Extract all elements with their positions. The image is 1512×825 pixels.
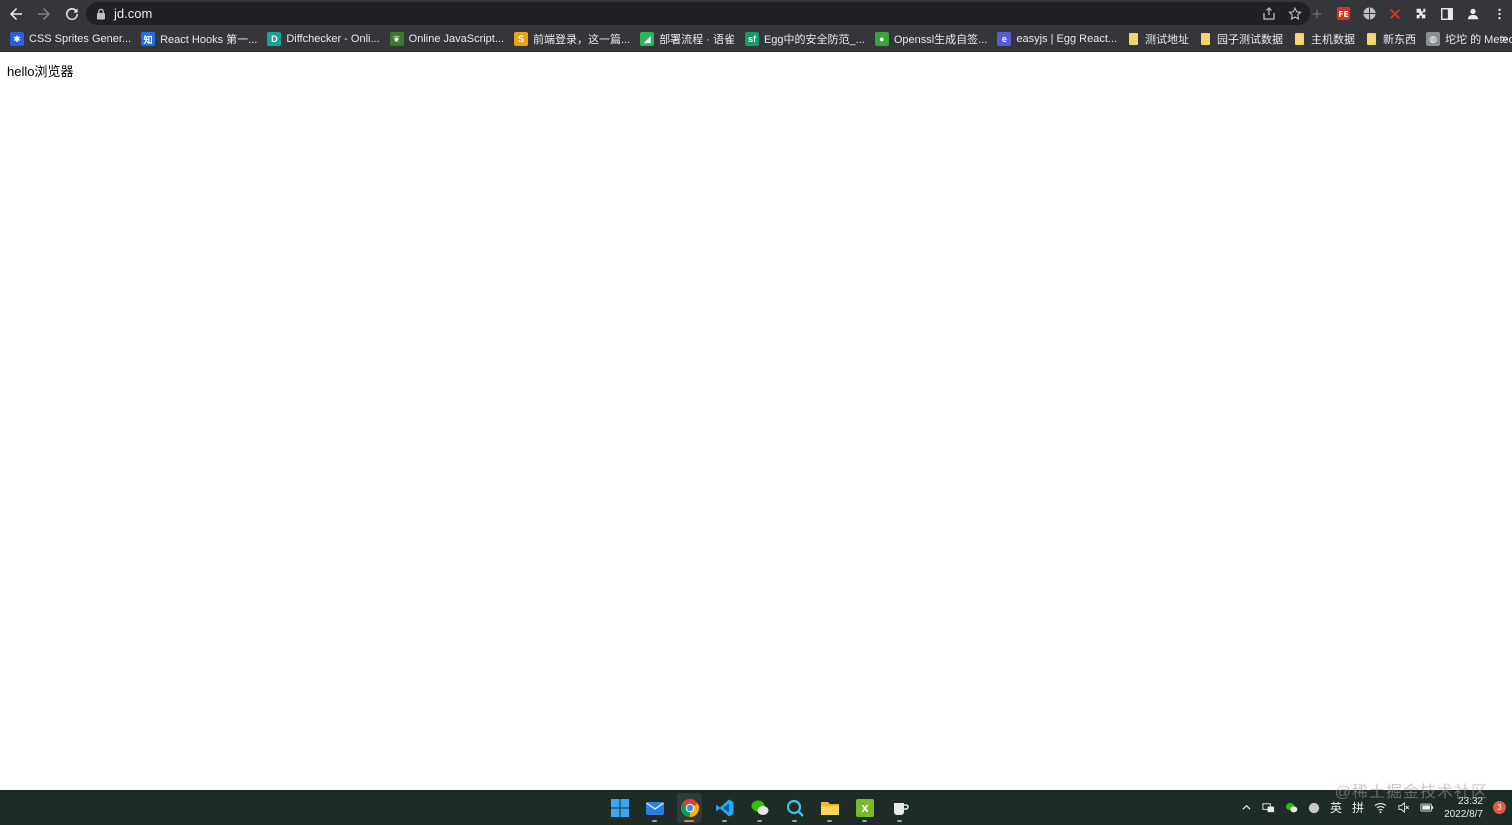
folder-icon <box>820 801 839 815</box>
bookmark-item[interactable]: ✱ CSS Sprites Gener... <box>6 28 137 50</box>
battery-icon[interactable] <box>1420 802 1434 813</box>
mail-icon <box>645 801 664 815</box>
bookmark-label: 园子测试数据 <box>1217 34 1284 46</box>
bookmark-favicon-icon: S <box>514 32 529 46</box>
bookmark-item[interactable]: S 前端登录，这一篇... <box>510 28 636 50</box>
bookmark-item[interactable]: 测试地址 <box>1123 28 1195 50</box>
bookmark-label: React Hooks 第一... <box>160 34 258 46</box>
taskbar-dict[interactable]: X <box>852 793 877 823</box>
notification-badge[interactable]: 3 <box>1493 801 1506 814</box>
bookmark-label: 新东西 <box>1383 34 1417 46</box>
clock-date: 2022/8/7 <box>1444 808 1483 820</box>
taskbar-file-explorer[interactable] <box>817 793 842 823</box>
bookmark-favicon-icon: ◢ <box>640 32 655 46</box>
share-icon[interactable] <box>1262 6 1276 21</box>
bookmark-label: Openssl生成自签... <box>893 34 988 46</box>
bookmark-item[interactable]: ● Openssl生成自签... <box>871 28 994 50</box>
bookmark-item[interactable]: ◍坨坨 的 MeteoNook <box>1422 28 1512 50</box>
wifi-icon[interactable] <box>1374 801 1387 814</box>
bookmarks-bar: ✱ CSS Sprites Gener... 知 React Hooks 第一... D… <box>0 27 1512 52</box>
extension-disabled-icon[interactable] <box>1308 5 1326 23</box>
forward-button[interactable] <box>32 2 56 26</box>
svg-text:FE: FE <box>1338 10 1348 19</box>
circle-tray-icon[interactable] <box>1308 802 1320 814</box>
vscode-icon <box>715 799 733 816</box>
bookmark-label: Online JavaScript... <box>408 33 505 45</box>
bookmark-folder-icon <box>1367 33 1377 45</box>
lock-icon <box>96 8 106 20</box>
bookmark-favicon-icon: e <box>997 32 1012 46</box>
back-button[interactable] <box>4 2 28 26</box>
extensions-area: FE <box>1308 0 1512 27</box>
bookmark-favicon-icon: ◍ <box>1426 32 1441 46</box>
taskbar-mail[interactable] <box>642 793 667 823</box>
star-icon[interactable] <box>1288 6 1302 21</box>
wechat-icon <box>751 800 768 815</box>
bookmark-item[interactable]: 知 React Hooks 第一... <box>137 28 263 50</box>
bookmark-item[interactable]: ◢ 部署流程 · 语雀 <box>636 28 741 50</box>
wechat-tray-icon[interactable] <box>1285 801 1298 814</box>
chrome-icon <box>680 798 699 817</box>
watermark: @稀土掘金技术社区 <box>1334 784 1488 801</box>
bookmark-label: Diffchecker - Onli... <box>286 33 380 45</box>
bookmark-favicon-icon: ✱ <box>10 32 24 46</box>
page-text: hello浏览器 <box>7 64 74 79</box>
bookmark-label: 测试地址 <box>1145 34 1190 46</box>
start-button[interactable] <box>607 793 632 823</box>
bookmark-item[interactable]: D Diffchecker - Onli... <box>263 28 385 50</box>
network-tray-icon[interactable] <box>1262 801 1275 814</box>
menu-dots-icon[interactable] <box>1490 5 1508 23</box>
arrow-left-icon <box>10 7 22 20</box>
bookmark-label: easyjs | Egg React... <box>1016 33 1118 45</box>
bookmark-item[interactable]: e easyjs | Egg React... <box>993 28 1123 50</box>
bookmark-label: CSS Sprites Gener... <box>29 33 132 45</box>
side-panel-icon[interactable] <box>1438 5 1456 23</box>
bookmark-folder-icon <box>1129 33 1139 45</box>
bookmark-item[interactable]: 园子测试数据 <box>1195 28 1289 50</box>
puzzle-icon[interactable] <box>1412 5 1430 23</box>
bookmark-favicon-icon: sf <box>744 32 759 46</box>
bookmark-label: 前端登录，这一篇... <box>533 34 631 46</box>
bookmark-label: Egg中的安全防范_... <box>763 34 865 46</box>
taskbar: X 英 拼 23:32 2022/8/7 3 <box>0 790 1512 825</box>
globe-extension-icon[interactable] <box>1360 5 1378 23</box>
bookmark-favicon-icon: 知 <box>141 32 156 46</box>
taskbar-wechat[interactable] <box>747 793 772 823</box>
chevron-up-icon[interactable] <box>1241 802 1252 813</box>
taskbar-vscode[interactable] <box>712 793 737 823</box>
taskbar-edge[interactable] <box>782 793 807 823</box>
windows-icon <box>610 798 629 817</box>
address-bar[interactable]: jd.com <box>86 2 1310 25</box>
bookmark-item[interactable]: sf Egg中的安全防范_... <box>741 28 871 50</box>
translate-app-icon: X <box>855 798 874 817</box>
reload-button[interactable] <box>60 2 84 26</box>
reload-icon <box>66 7 78 20</box>
bookmark-item[interactable]: 新东西 <box>1361 28 1422 50</box>
page-viewport: hello浏览器 <box>0 53 1512 790</box>
taskbar-chrome[interactable] <box>677 792 702 823</box>
cup-icon <box>893 802 909 815</box>
arrow-right-icon <box>38 7 50 20</box>
bookmark-label: 主机数据 <box>1311 34 1356 46</box>
bookmark-favicon-icon: ❦ <box>389 32 404 46</box>
taskbar-cup-app[interactable] <box>887 793 912 823</box>
bookmark-favicon-icon: D <box>267 32 282 46</box>
speaker-muted-icon[interactable] <box>1397 801 1410 814</box>
fe-helper-icon[interactable]: FE <box>1334 5 1352 23</box>
bookmark-item[interactable]: ❦ Online JavaScript... <box>386 28 510 50</box>
x-extension-icon[interactable] <box>1386 5 1404 23</box>
bookmark-folder-icon <box>1201 33 1211 45</box>
bookmark-folder-icon <box>1295 33 1305 45</box>
bookmark-favicon-icon: ● <box>874 32 889 46</box>
profile-icon[interactable] <box>1464 5 1482 23</box>
bookmark-label: 部署流程 · 语雀 <box>659 34 735 46</box>
svg-text:X: X <box>861 804 869 815</box>
url-text[interactable]: jd.com <box>114 6 152 21</box>
browser-toolbar: jd.com FE <box>0 0 1512 27</box>
search-app-icon <box>786 799 804 817</box>
bookmark-item[interactable]: 主机数据 <box>1289 28 1361 50</box>
bookmarks-overflow-button[interactable]: » <box>1501 31 1508 45</box>
